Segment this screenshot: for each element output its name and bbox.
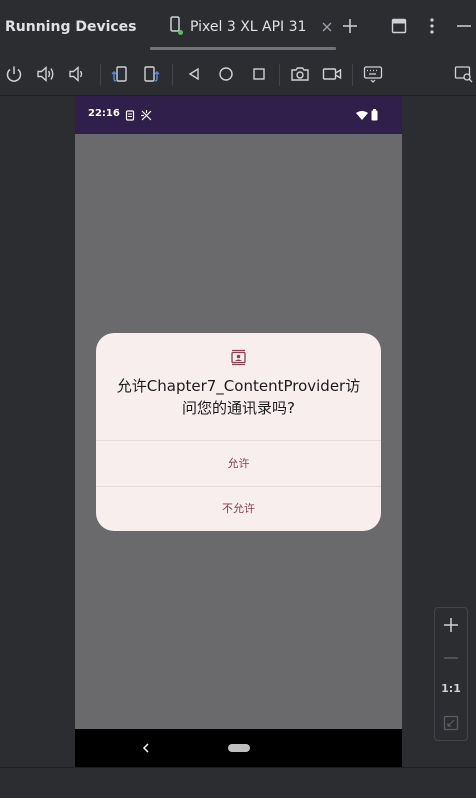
- zoom-controls: 1:1: [434, 607, 468, 741]
- window-layout-icon[interactable]: [391, 18, 407, 34]
- toolbar-divider: [352, 64, 353, 86]
- notification-icon: [125, 110, 135, 121]
- debug-icon: [141, 110, 152, 121]
- status-time: 22:16: [88, 108, 120, 119]
- active-tab-indicator: [150, 47, 336, 50]
- ide-status-bar: [0, 768, 476, 798]
- contacts-icon: [231, 349, 246, 366]
- tool-window-header: Running Devices Pixel 3 XL API 31: [0, 0, 476, 52]
- android-status-bar: 22:16: [75, 96, 402, 134]
- zoom-out-icon[interactable]: [443, 650, 459, 666]
- toolbar-divider: [100, 64, 101, 86]
- rotate-left-icon[interactable]: [110, 64, 130, 84]
- phone-device-icon: [170, 16, 183, 35]
- device-tab-label: Pixel 3 XL API 31: [190, 19, 307, 35]
- deny-button[interactable]: 不允许: [96, 486, 381, 531]
- zoom-in-icon[interactable]: [443, 617, 459, 633]
- actual-size-button[interactable]: 1:1: [435, 682, 467, 695]
- nav-back-icon[interactable]: [142, 742, 150, 754]
- wifi-icon: [356, 111, 368, 120]
- dialog-title: 允许Chapter7_ContentProvider访问您的通讯录吗?: [116, 377, 361, 417]
- screenshot-icon[interactable]: [290, 65, 310, 83]
- emulator-screen[interactable]: 22:16 允许Chapter7_ContentProvider访问您的通讯录吗…: [75, 96, 402, 767]
- power-icon[interactable]: [5, 65, 23, 83]
- device-toolbar: [0, 53, 476, 95]
- battery-icon: [371, 109, 378, 121]
- add-icon[interactable]: [342, 18, 358, 34]
- allow-button[interactable]: 允许: [96, 441, 381, 486]
- keyboard-icon[interactable]: [363, 65, 383, 83]
- back-icon[interactable]: [187, 67, 201, 81]
- device-tab[interactable]: Pixel 3 XL API 31: [150, 0, 336, 52]
- rotate-right-icon[interactable]: [142, 64, 162, 84]
- overview-icon[interactable]: [252, 67, 266, 81]
- close-tab-icon[interactable]: [322, 22, 332, 32]
- android-navigation-bar: [75, 729, 402, 767]
- more-options-icon[interactable]: [424, 17, 440, 35]
- tool-window-title: Running Devices: [5, 19, 137, 35]
- screen-record-icon[interactable]: [322, 66, 342, 82]
- volume-up-icon[interactable]: [36, 65, 56, 83]
- nav-home-pill[interactable]: [228, 744, 250, 752]
- device-mirror-icon[interactable]: [454, 65, 474, 83]
- volume-down-icon[interactable]: [68, 65, 86, 83]
- home-icon[interactable]: [218, 66, 234, 82]
- toolbar-divider: [172, 64, 173, 86]
- toolbar-divider: [279, 64, 280, 86]
- permission-dialog: 允许Chapter7_ContentProvider访问您的通讯录吗? 允许 不…: [96, 333, 381, 531]
- fit-screen-icon[interactable]: [443, 715, 459, 731]
- minimize-icon[interactable]: [456, 24, 472, 28]
